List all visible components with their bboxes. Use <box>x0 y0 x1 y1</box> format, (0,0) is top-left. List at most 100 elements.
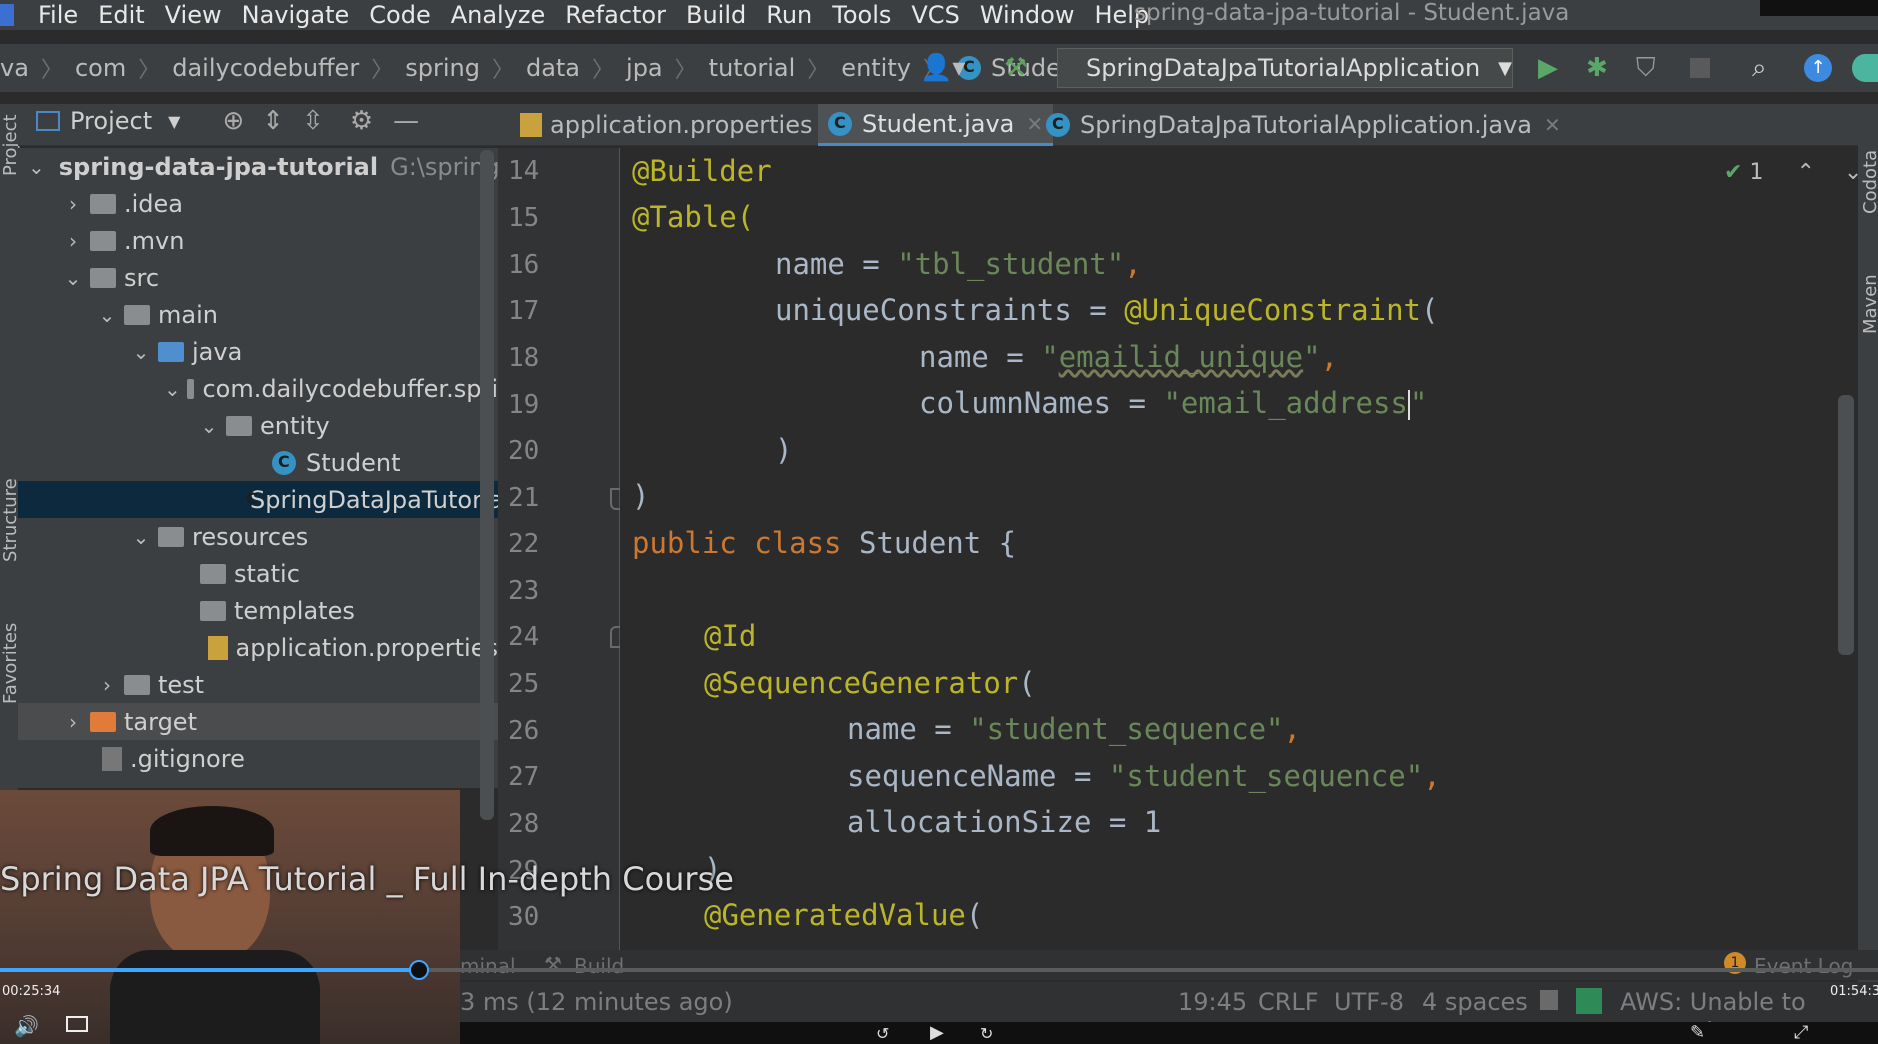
pen-icon[interactable]: ✎ <box>1690 1022 1705 1043</box>
menu-file[interactable]: File <box>38 1 78 29</box>
menu-analyze[interactable]: Analyze <box>451 1 546 29</box>
code-token: @GeneratedValue <box>704 898 966 932</box>
hide-minus-icon[interactable]: — <box>393 106 419 136</box>
tree-item-label: src <box>124 263 160 292</box>
breadcrumb-jpa[interactable]: jpa <box>626 54 663 82</box>
build-tool-tab[interactable]: Build <box>574 954 624 978</box>
chevron-down-icon[interactable]: ⌄ <box>198 414 220 438</box>
menu-code[interactable]: Code <box>369 1 430 29</box>
tree-item-project-root[interactable]: ⌄ spring-data-jpa-tutorial G:\spring-d <box>18 148 498 185</box>
terminal-tool-tab[interactable]: minal <box>460 954 516 978</box>
tree-item-src[interactable]: ⌄ src <box>18 259 498 296</box>
tree-item-java[interactable]: ⌄ java <box>18 333 498 370</box>
tree-item-target[interactable]: › target <box>18 703 498 740</box>
expand-all-icon[interactable]: ⇕ <box>262 106 284 136</box>
menu-edit[interactable]: Edit <box>98 1 144 29</box>
menu-refactor[interactable]: Refactor <box>565 1 666 29</box>
gear-icon[interactable]: ⚙ <box>350 106 373 136</box>
captions-icon[interactable] <box>66 1016 88 1032</box>
hammer-build-icon[interactable]: ⚒ <box>1004 48 1027 88</box>
breadcrumb-tutorial[interactable]: tutorial <box>709 54 796 82</box>
project-view-header[interactable]: Project ▼ ⊕ ⇕ ⇳ ⚙ — <box>36 106 419 136</box>
chevron-down-icon[interactable]: ⌄ <box>62 266 84 290</box>
menu-run[interactable]: Run <box>766 1 812 29</box>
breadcrumb-entity[interactable]: entity <box>841 54 911 82</box>
tab-student-java[interactable]: Student.java ✕ <box>818 104 1054 146</box>
lock-icon[interactable] <box>1540 990 1558 1010</box>
menu-vcs[interactable]: VCS <box>911 1 959 29</box>
inspection-widget[interactable]: ✔ 1 ⌃ ⌄ <box>1724 160 1862 185</box>
menu-view[interactable]: View <box>165 1 222 29</box>
chevron-right-icon[interactable]: › <box>62 710 84 734</box>
file-encoding[interactable]: UTF-8 <box>1334 988 1404 1016</box>
tree-item-templates[interactable]: templates <box>18 592 498 629</box>
tree-item-mvn[interactable]: › .mvn <box>18 222 498 259</box>
run-configuration-select[interactable]: SpringDataJpaTutorialApplication ▼ <box>1057 48 1513 88</box>
tab-application-properties[interactable]: application.properties ✕ <box>510 104 851 146</box>
chevron-right-icon[interactable]: › <box>62 192 84 216</box>
tree-item-main[interactable]: ⌄ main <box>18 296 498 333</box>
chevron-down-icon[interactable]: ⌄ <box>96 303 118 327</box>
expand-icon[interactable]: ⤢ <box>1794 1022 1808 1043</box>
tree-item-static[interactable]: static <box>18 555 498 592</box>
user-dropdown-icon[interactable]: 👤▾ <box>920 48 965 88</box>
maven-tool-tab[interactable]: Maven <box>1860 274 1878 334</box>
editor-scrollbar[interactable] <box>1838 395 1854 655</box>
debug-bug-icon[interactable]: ✱ <box>1586 48 1608 88</box>
play-icon[interactable]: ▶ <box>930 1022 944 1043</box>
codota-tool-tab[interactable]: Codota <box>1860 150 1878 214</box>
search-icon[interactable]: ⌕ <box>1752 48 1767 88</box>
caret-position[interactable]: 19:45 <box>1178 988 1247 1016</box>
chevron-down-icon[interactable]: ⌄ <box>164 377 181 401</box>
menu-window[interactable]: Window <box>980 1 1075 29</box>
breadcrumb-data[interactable]: data <box>526 54 580 82</box>
tree-scrollbar[interactable] <box>480 150 494 820</box>
tree-item-entity[interactable]: ⌄ entity <box>18 407 498 444</box>
window-controls[interactable] <box>1760 0 1878 16</box>
tree-item-test[interactable]: › test <box>18 666 498 703</box>
forward-30-icon[interactable]: ↻ <box>980 1024 993 1043</box>
tree-item-application-properties[interactable]: application.properties <box>18 629 498 666</box>
breadcrumb-spring[interactable]: spring <box>405 54 480 82</box>
tree-item-gitignore[interactable]: .gitignore <box>18 740 498 777</box>
collapse-all-icon[interactable]: ⇳ <box>302 106 324 136</box>
rewind-10-icon[interactable]: ↺ <box>876 1024 889 1043</box>
volume-icon[interactable]: 🔊 <box>14 1014 39 1038</box>
video-progress-handle[interactable] <box>408 960 429 980</box>
menu-navigate[interactable]: Navigate <box>242 1 350 29</box>
coverage-shield-icon[interactable]: ⛉ <box>1636 48 1656 88</box>
event-log-tool-tab[interactable]: Event Log <box>1754 954 1853 978</box>
plugin-icon[interactable] <box>1852 54 1878 82</box>
breadcrumb-va[interactable]: va <box>0 54 29 82</box>
close-icon[interactable]: ✕ <box>1544 113 1561 137</box>
chevron-right-icon[interactable]: › <box>96 673 118 697</box>
run-icon[interactable]: ▶ <box>1538 48 1558 88</box>
stop-icon[interactable] <box>1690 58 1710 78</box>
chevron-down-icon[interactable]: ⌄ <box>130 340 152 364</box>
line-separator[interactable]: CRLF <box>1258 988 1319 1016</box>
menu-build[interactable]: Build <box>686 1 746 29</box>
locate-target-icon[interactable]: ⊕ <box>222 106 244 136</box>
tree-item-package[interactable]: ⌄ com.dailycodebuffer.spri <box>18 370 498 407</box>
breadcrumb-com[interactable]: com <box>75 54 126 82</box>
status-message[interactable]: 3 ms (12 minutes ago) <box>460 988 733 1016</box>
chevron-down-icon[interactable]: ⌄ <box>130 525 152 549</box>
aws-toolkit-icon[interactable] <box>1576 988 1602 1014</box>
breadcrumb-dailycodebuffer[interactable]: dailycodebuffer <box>172 54 359 82</box>
tree-item-spring-app[interactable]: SpringDataJpaTutoria <box>18 481 498 518</box>
tree-item-label: spring-data-jpa-tutorial <box>58 152 379 181</box>
chevron-right-icon: 〉 <box>592 58 615 83</box>
chevron-right-icon[interactable]: › <box>62 229 84 253</box>
indent-setting[interactable]: 4 spaces <box>1422 988 1528 1016</box>
tree-item-resources[interactable]: ⌄ resources <box>18 518 498 555</box>
code-line-15: @Table( <box>632 200 754 234</box>
chevron-down-icon[interactable]: ⌄ <box>28 155 45 179</box>
chevron-up-icon[interactable]: ⌃ <box>1796 160 1814 185</box>
chevron-down-icon[interactable]: ▼ <box>168 112 180 131</box>
update-icon[interactable]: ↑ <box>1804 54 1832 82</box>
tab-spring-app-java[interactable]: SpringDataJpaTutorialApplication.java ✕ <box>1036 104 1571 146</box>
menu-tools[interactable]: Tools <box>832 1 891 29</box>
tree-item-idea[interactable]: › .idea <box>18 185 498 222</box>
tree-item-student[interactable]: Student <box>18 444 498 481</box>
tree-item-label: static <box>234 559 300 588</box>
